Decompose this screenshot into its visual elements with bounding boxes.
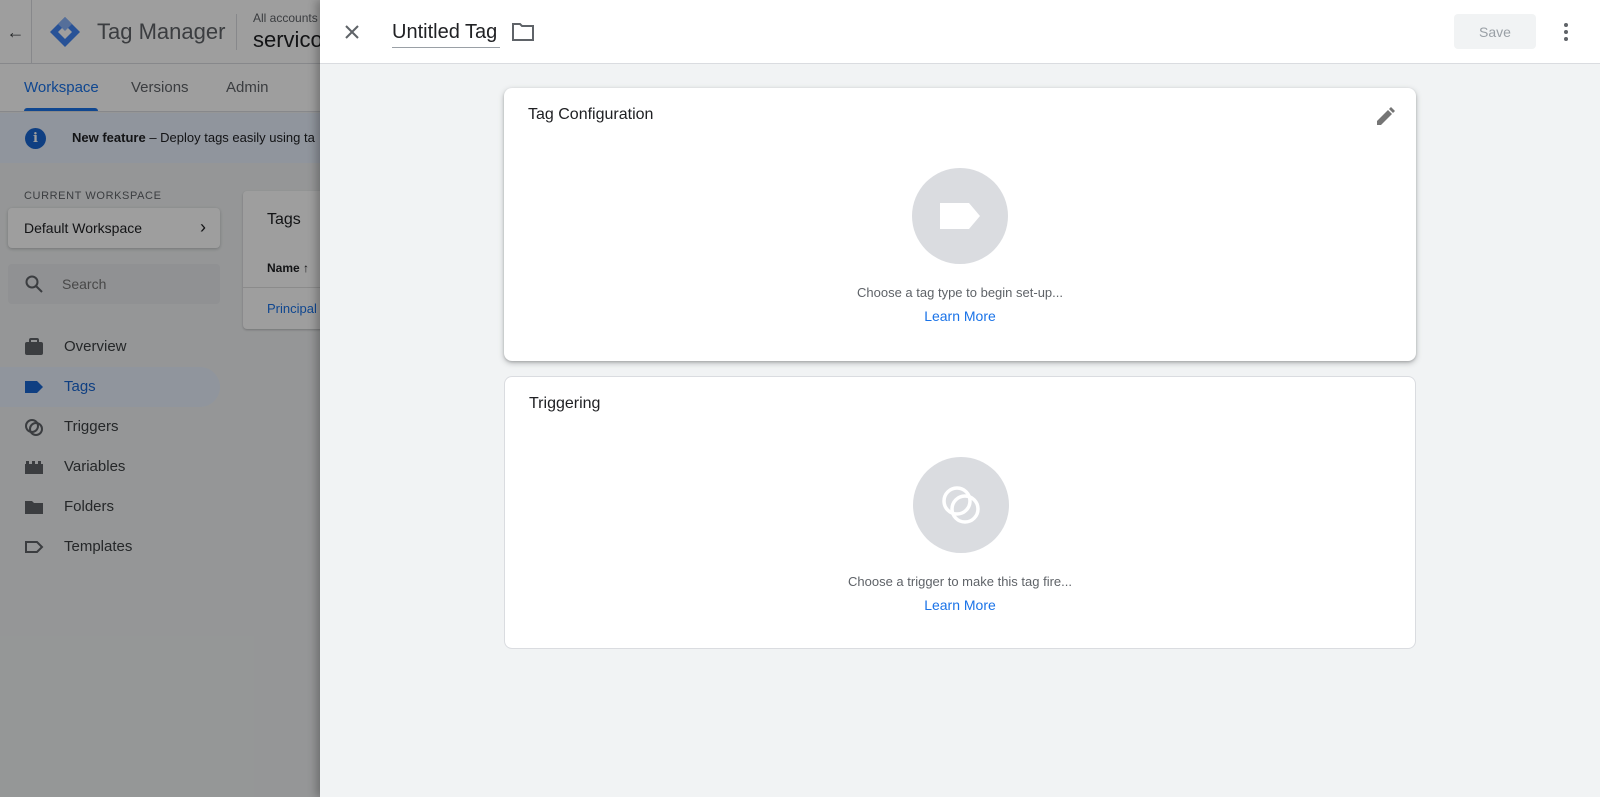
more-vert-icon[interactable]	[1550, 16, 1582, 48]
learn-more-link[interactable]: Learn More	[504, 308, 1416, 324]
close-icon	[345, 25, 359, 39]
tag-type-placeholder[interactable]	[912, 168, 1008, 264]
tag-editor-drawer: Save Tag Configuration Choose a tag type…	[320, 0, 1600, 797]
close-button[interactable]	[336, 16, 368, 48]
tag-configuration-title: Tag Configuration	[528, 106, 654, 123]
tag-name-input[interactable]	[392, 18, 500, 48]
triggering-title: Triggering	[529, 395, 601, 412]
tag-type-hint: Choose a tag type to begin set-up...	[857, 285, 1063, 300]
learn-more-link[interactable]: Learn More	[505, 597, 1415, 613]
trigger-hint: Choose a trigger to make this tag fire..…	[848, 574, 1072, 589]
tag-configuration-card[interactable]: Tag Configuration Choose a tag type to b…	[504, 88, 1416, 361]
trigger-icon	[942, 486, 980, 524]
trigger-placeholder[interactable]	[913, 457, 1009, 553]
modal-scrim[interactable]	[0, 0, 320, 797]
triggering-card[interactable]: Triggering Choose a trigger to make this…	[504, 376, 1416, 649]
edit-pencil-icon[interactable]	[1374, 106, 1396, 128]
save-button[interactable]: Save	[1454, 14, 1536, 49]
drawer-header: Save	[320, 0, 1600, 64]
folder-icon[interactable]	[511, 21, 535, 43]
tag-icon	[940, 203, 980, 229]
